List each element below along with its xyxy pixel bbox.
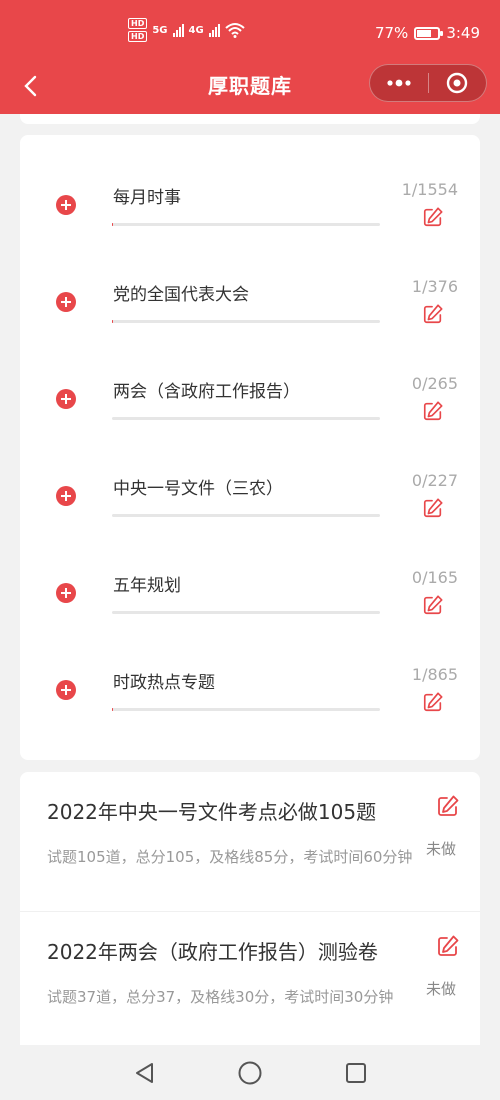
category-count: 0/265 [411,374,458,393]
add-circle-icon[interactable] [56,195,76,215]
wifi-icon [225,23,245,38]
category-name[interactable]: 时政热点专题 [113,668,215,693]
more-dots-icon [387,79,411,87]
network-indicators: HD HD 5G 4G [128,18,245,42]
category-count: 1/1554 [401,180,458,199]
add-circle-icon[interactable] [56,389,76,409]
close-miniprogram-button[interactable] [429,65,487,101]
edit-icon [438,935,459,956]
category-name[interactable]: 五年规划 [113,571,181,596]
category-count: 0/227 [411,471,458,490]
system-back-button[interactable] [130,1059,158,1087]
clock: 3:49 [446,24,480,42]
hd-badge: HD [128,18,148,29]
category-name[interactable]: 中央一号文件（三农） [113,474,283,499]
exam-list-card: 2022年中央一号文件考点必做105题试题105道，总分105，及格线85分，考… [20,772,480,1072]
network-5g-label: 5G [152,24,168,36]
signal-icon [208,23,220,37]
edit-icon [423,595,443,615]
category-progress-bar [112,417,380,420]
edit-icon [423,498,443,518]
practice-button[interactable] [422,206,444,228]
add-circle-icon[interactable] [56,583,76,603]
category-count: 0/165 [411,568,458,587]
network-4g-label: 4G [188,24,204,36]
previous-card-edge [20,114,480,124]
exam-status: 未做 [426,980,457,998]
category-count: 1/865 [411,665,458,684]
category-progress-fill [112,320,113,323]
exam-status: 未做 [426,840,457,858]
exam-title[interactable]: 2022年两会（政府工作报告）测验卷 [47,936,417,965]
add-circle-icon[interactable] [56,292,76,312]
category-row[interactable]: 五年规划 0/165 [20,568,480,668]
battery-icon [414,26,444,40]
category-row[interactable]: 两会（含政府工作报告） 0/265 [20,374,480,474]
category-card: 每月时事 1/1554 党的全国代表大会 1/376 两会（含政府工作报告） 0/265 中… [20,135,480,760]
exam-item[interactable]: 2022年两会（政府工作报告）测验卷试题37道，总分37，及格线30分，考试时间… [20,912,480,1050]
edit-icon [423,401,443,421]
category-progress-bar [112,611,380,614]
add-circle-icon[interactable] [56,486,76,506]
status-bar: HD HD 5G 4G 77% 3:49 [0,0,500,58]
category-progress-bar [112,223,380,226]
category-progress-bar [112,708,380,711]
category-row[interactable]: 党的全国代表大会 1/376 [20,277,480,377]
category-row[interactable]: 时政热点专题 1/865 [20,665,480,765]
category-progress-bar [112,320,380,323]
edit-icon [423,207,443,227]
practice-button[interactable] [422,400,444,422]
exam-title[interactable]: 2022年中央一号文件考点必做105题 [47,796,417,825]
category-name[interactable]: 两会（含政府工作报告） [113,377,300,402]
edit-icon [423,304,443,324]
square-recent-icon [346,1063,366,1083]
exam-item[interactable]: 2022年中央一号文件考点必做105题试题105道，总分105，及格线85分，考… [20,772,480,910]
system-nav-bar [0,1045,500,1100]
triangle-back-icon [136,1063,153,1083]
add-circle-icon[interactable] [56,680,76,700]
target-close-icon [447,72,468,94]
system-home-button[interactable] [236,1059,264,1087]
edit-icon [438,795,459,816]
practice-button[interactable] [422,497,444,519]
battery-percent: 77% [374,24,409,42]
category-count: 1/376 [411,277,458,296]
exam-description: 试题105道，总分105，及格线85分，考试时间60分钟 [47,848,413,866]
battery-fill [417,29,432,37]
start-exam-button[interactable] [436,794,460,818]
category-progress-bar [112,514,380,517]
category-name[interactable]: 每月时事 [113,183,181,208]
start-exam-button[interactable] [436,934,460,958]
category-row[interactable]: 中央一号文件（三农） 0/227 [20,471,480,571]
category-row[interactable]: 每月时事 1/1554 [20,180,480,280]
exam-description: 试题37道，总分37，及格线30分，考试时间30分钟 [47,988,394,1006]
signal-icon [172,23,184,37]
practice-button[interactable] [422,691,444,713]
hd-badge: HD [128,31,148,42]
edit-icon [423,692,443,712]
miniprogram-capsule [369,64,487,102]
practice-button[interactable] [422,303,444,325]
practice-button[interactable] [422,594,444,616]
hd-badges: HD HD [128,18,148,42]
circle-home-icon [238,1061,262,1085]
more-button[interactable] [370,65,428,101]
category-name[interactable]: 党的全国代表大会 [113,280,249,305]
nav-bar: 厚职题库 [0,58,500,114]
system-recent-button[interactable] [342,1059,370,1087]
